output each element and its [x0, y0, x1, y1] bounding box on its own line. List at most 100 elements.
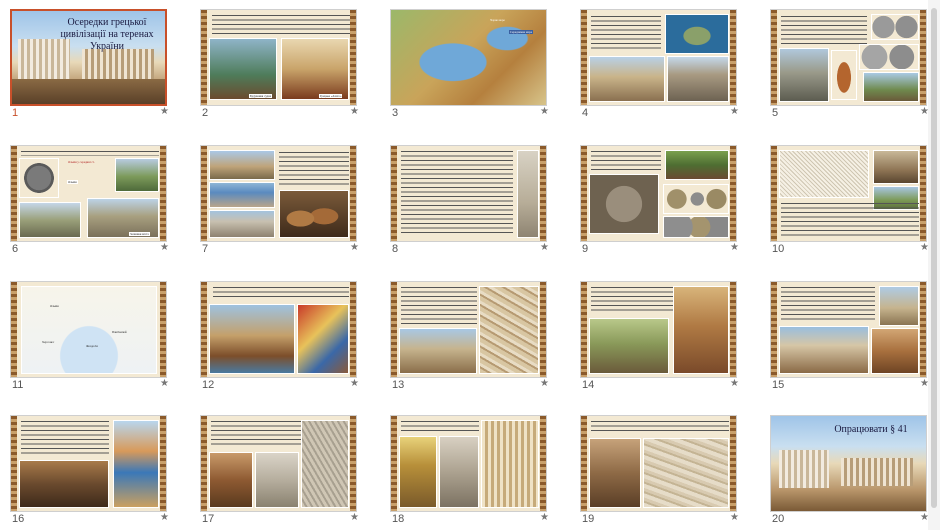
slide-thumbnail-13[interactable]	[390, 281, 547, 378]
slide-title: Опрацювати § 41	[834, 424, 908, 435]
slide-thumbnail-12[interactable]	[200, 281, 357, 378]
slide-thumbnail-14[interactable]	[580, 281, 737, 378]
photo	[517, 150, 539, 238]
slide-thumbnail-17[interactable]	[200, 415, 357, 512]
star-icon[interactable]: ★	[350, 512, 359, 523]
slide-body-text	[21, 420, 109, 456]
slide-number: 3	[392, 107, 399, 119]
photo	[779, 48, 829, 102]
photo	[673, 286, 729, 374]
star-icon[interactable]: ★	[160, 106, 169, 117]
slide-number: 14	[582, 379, 595, 391]
photo	[113, 420, 159, 508]
photo	[481, 420, 539, 508]
photo	[663, 184, 729, 214]
photo	[589, 174, 659, 234]
star-icon[interactable]: ★	[160, 512, 169, 523]
star-icon[interactable]: ★	[350, 378, 359, 389]
slide-thumbnail-4[interactable]	[580, 9, 737, 106]
star-icon[interactable]: ★	[540, 106, 549, 117]
photo	[779, 450, 829, 488]
slide-cell: 4 ★	[570, 0, 746, 124]
star-icon[interactable]: ★	[730, 106, 739, 117]
slide-thumbnail-16[interactable]	[10, 415, 167, 512]
scrollbar-thumb[interactable]	[931, 8, 937, 508]
slide-number: 15	[772, 379, 785, 391]
slide-body-text	[591, 286, 675, 314]
star-icon[interactable]: ★	[730, 378, 739, 389]
photo	[82, 49, 154, 79]
slide-cell: 13 ★	[380, 272, 556, 396]
photo	[643, 438, 729, 508]
slide-number: 17	[202, 513, 215, 525]
slide-number: 19	[582, 513, 595, 525]
photo	[115, 158, 159, 192]
star-icon[interactable]: ★	[730, 242, 739, 253]
photo	[879, 286, 919, 326]
slide-thumbnail-11[interactable]: Ольвія Херсонес Пантікапей Феодосія	[10, 281, 167, 378]
photo	[209, 182, 275, 208]
slide-number: 9	[582, 243, 589, 255]
slide-body-text	[781, 15, 867, 45]
caption: Будування судна	[249, 94, 273, 98]
photo	[255, 452, 299, 508]
star-icon[interactable]: ★	[160, 378, 169, 389]
slide-thumbnail-1[interactable]: Осередки грецької цивілізації на теренах…	[10, 9, 167, 106]
photo	[399, 436, 437, 508]
slide-thumbnail-20[interactable]: Опрацювати § 41	[770, 415, 927, 512]
star-icon[interactable]: ★	[350, 106, 359, 117]
slide-body-text	[781, 202, 919, 236]
slide-thumbnail-3[interactable]: Чорне море Середземне море	[390, 9, 547, 106]
slide-cell: 18 ★	[380, 406, 556, 530]
slide-thumbnail-5[interactable]	[770, 9, 927, 106]
slide-thumbnail-9[interactable]	[580, 145, 737, 242]
slide-cell: 15 ★	[760, 272, 936, 396]
photo	[663, 216, 729, 238]
slide-number: 10	[772, 243, 785, 255]
star-icon[interactable]: ★	[350, 242, 359, 253]
caption: Середземне море	[509, 30, 534, 34]
slide-number: 13	[392, 379, 405, 391]
slide-number: 2	[202, 107, 209, 119]
slide-thumbnail-18[interactable]	[390, 415, 547, 512]
caption: Феодосія	[86, 344, 98, 348]
photo	[297, 304, 349, 374]
slide-thumbnail-10[interactable]	[770, 145, 927, 242]
slide-cell: 14 ★	[570, 272, 746, 396]
slide-cell: 12 ★	[190, 272, 366, 396]
photo	[871, 328, 919, 374]
photo	[19, 460, 109, 508]
slide-thumbnail-7[interactable]	[200, 145, 357, 242]
slide-thumbnail-8[interactable]	[390, 145, 547, 242]
slide-number: 4	[582, 107, 589, 119]
photo	[209, 304, 295, 374]
slide-body-text	[401, 286, 477, 326]
star-icon[interactable]: ★	[730, 512, 739, 523]
slide-thumbnail-2[interactable]: Будування судна Грецьке «Ахато»	[200, 9, 357, 106]
slide-thumbnail-15[interactable]	[770, 281, 927, 378]
slide-body-text	[781, 286, 875, 322]
caption: Пантікапей	[112, 330, 127, 334]
photo	[779, 150, 869, 198]
star-icon[interactable]: ★	[540, 242, 549, 253]
photo	[301, 420, 349, 508]
slide-number: 6	[12, 243, 19, 255]
photo	[841, 458, 913, 486]
star-icon[interactable]: ★	[540, 512, 549, 523]
photo	[19, 158, 59, 198]
star-icon[interactable]: ★	[540, 378, 549, 389]
slide-thumbnail-6[interactable]: Ольвія у середині ст. Ольвія Залишки міс…	[10, 145, 167, 242]
photo	[589, 438, 641, 508]
slide-body-text	[213, 286, 349, 300]
slide-number: 11	[12, 379, 24, 391]
slide-thumbnail-19[interactable]	[580, 415, 737, 512]
photo	[281, 38, 349, 100]
slide-cell: 16 ★	[0, 406, 176, 530]
slide-number: 8	[392, 243, 399, 255]
star-icon[interactable]: ★	[160, 242, 169, 253]
photo	[12, 79, 165, 104]
caption: Чорне море	[490, 18, 505, 22]
slide-number: 1	[12, 107, 19, 119]
photo	[479, 286, 539, 374]
vertical-scrollbar[interactable]	[928, 0, 940, 530]
